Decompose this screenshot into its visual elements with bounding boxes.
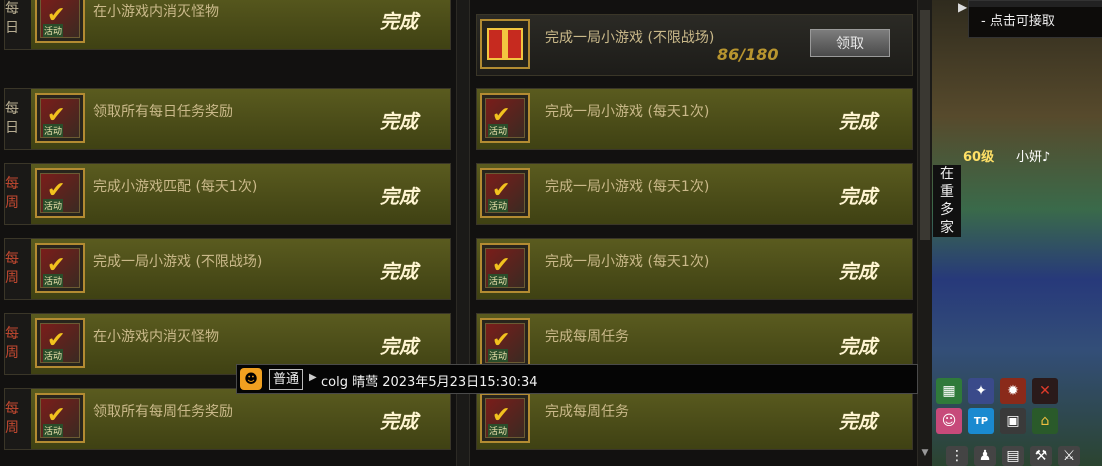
task-text: 完成一局小游戏 (不限战场) xyxy=(93,254,263,270)
task-icon: ✔ 活动 xyxy=(480,243,530,293)
scroll-thumb[interactable] xyxy=(920,10,930,240)
hammer-menu-icon[interactable]: ⚒ xyxy=(1030,446,1052,466)
task-row[interactable]: ✔ 活动 完成一局小游戏 (每天1次) 完成 xyxy=(476,88,913,150)
tooltip: - 点击可接取 xyxy=(968,0,1102,38)
task-icon: ✔ 活动 xyxy=(35,393,85,443)
tooltip-header xyxy=(969,1,1102,7)
chat-channel[interactable]: 普通 xyxy=(269,369,304,390)
demon-icon[interactable]: ✹ xyxy=(1000,378,1026,404)
grid-menu-icon[interactable]: ⋮ xyxy=(946,446,968,466)
bag-menu-icon[interactable]: ▤ xyxy=(1002,446,1024,466)
complete-status: 完成 xyxy=(839,111,878,133)
emote-icon[interactable]: ☻ xyxy=(240,368,262,390)
scroll-down-icon[interactable]: ▼ xyxy=(920,448,930,458)
period-tag: 每周 xyxy=(5,239,31,299)
channel-arrow-icon: ▶ xyxy=(309,372,317,383)
home-icon[interactable]: ⌂ xyxy=(1032,408,1058,434)
period-tag: 每日 xyxy=(5,0,31,49)
task-row[interactable]: 完成一局小游戏 (不限战场) 86/180 领取 xyxy=(476,14,913,76)
wizard-icon[interactable]: ✦ xyxy=(968,378,994,404)
character-portrait-icon[interactable]: ☺ xyxy=(936,408,962,434)
complete-status: 完成 xyxy=(839,261,878,283)
task-icon: ✔ 活动 xyxy=(35,93,85,143)
chat-bar[interactable]: ☻ 普通 ▶ colg 晴莺 2023年5月23日15:30:34 xyxy=(236,364,918,394)
hud-shortcuts: ▦ ✦ ✹ ✕ ☺ TP ▣ ⌂ ⋮ ♟ ▤ ⚒ ⚔ xyxy=(934,374,1102,466)
task-row[interactable]: ✔ 活动 完成一局小游戏 (每天1次) 完成 xyxy=(476,163,913,225)
tooltip-arrow-icon: ▶ xyxy=(958,0,968,14)
complete-status: 完成 xyxy=(839,411,878,433)
inventory-icon[interactable]: ▣ xyxy=(1000,408,1026,434)
task-row[interactable]: 每日 ✔ 活动 在小游戏内消灭怪物 完成 xyxy=(4,0,451,50)
task-text: 完成一局小游戏 (每天1次) xyxy=(545,104,710,120)
task-icon: ✔ 活动 xyxy=(480,318,530,368)
task-text: 完成每周任务 xyxy=(545,329,629,345)
task-text: 在小游戏内消灭怪物 xyxy=(93,329,219,345)
task-row[interactable]: 每周 ✔ 活动 完成小游戏匹配 (每天1次) 完成 xyxy=(4,163,451,225)
task-text: 完成一局小游戏 (每天1次) xyxy=(545,179,710,195)
task-row[interactable]: ✔ 活动 完成一局小游戏 (每天1次) 完成 xyxy=(476,238,913,300)
task-text: 完成小游戏匹配 (每天1次) xyxy=(93,179,258,195)
complete-status: 完成 xyxy=(380,11,419,33)
period-tag: 每周 xyxy=(5,314,31,374)
task-text: 完成一局小游戏 (每天1次) xyxy=(545,254,710,270)
task-icon: ✔ 活动 xyxy=(480,93,530,143)
column-divider xyxy=(456,0,470,466)
task-text: 领取所有每日任务奖励 xyxy=(93,104,233,120)
task-row[interactable]: 每周 ✔ 活动 领取所有每周任务奖励 完成 xyxy=(4,388,451,450)
complete-status: 完成 xyxy=(380,261,419,283)
complete-status: 完成 xyxy=(380,336,419,358)
tooltip-text: - 点击可接取 xyxy=(981,14,1055,29)
gift-icon xyxy=(487,28,523,60)
tp-icon[interactable]: TP xyxy=(968,408,994,434)
complete-status: 完成 xyxy=(380,411,419,433)
complete-status: 完成 xyxy=(380,186,419,208)
task-text: 完成一局小游戏 (不限战场) xyxy=(545,30,715,46)
task-icon: ✔ 活动 xyxy=(35,318,85,368)
task-icon: ✔ 活动 xyxy=(35,0,85,43)
task-panel: 每日 ✔ 活动 在小游戏内消灭怪物 完成 每日 ✔ 活动 领取所有每日任务奖励 完成… xyxy=(0,0,932,466)
task-progress: 86/180 xyxy=(717,45,779,64)
character-level: 60级 xyxy=(963,150,995,165)
task-text: 领取所有每周任务奖励 xyxy=(93,404,233,420)
claim-button[interactable]: 领取 xyxy=(810,29,890,57)
complete-status: 完成 xyxy=(839,336,878,358)
task-row[interactable]: ✔ 活动 完成每周任务 完成 xyxy=(476,388,913,450)
crossed-swords-icon[interactable]: ✕ xyxy=(1032,378,1058,404)
period-tag: 每日 xyxy=(5,89,31,149)
task-row[interactable]: 每周 ✔ 活动 完成一局小游戏 (不限战场) 完成 xyxy=(4,238,451,300)
task-icon: ✔ 活动 xyxy=(480,393,530,443)
chat-message: colg 晴莺 2023年5月23日15:30:34 xyxy=(321,375,538,390)
character-menu-icon[interactable]: ♟ xyxy=(974,446,996,466)
task-text: 完成每周任务 xyxy=(545,404,629,420)
sword-menu-icon[interactable]: ⚔ xyxy=(1058,446,1080,466)
task-icon: ✔ 活动 xyxy=(35,168,85,218)
period-tag: 每周 xyxy=(5,164,31,224)
task-icon: ✔ 活动 xyxy=(480,168,530,218)
task-scrollbar[interactable]: ▼ xyxy=(917,0,932,466)
task-row[interactable]: 每日 ✔ 活动 领取所有每日任务奖励 完成 xyxy=(4,88,451,150)
task-text: 在小游戏内消灭怪物 xyxy=(93,4,219,20)
period-tag: 每周 xyxy=(5,389,31,449)
calendar-icon[interactable]: ▦ xyxy=(936,378,962,404)
task-icon: ✔ 活动 xyxy=(35,243,85,293)
complete-status: 完成 xyxy=(839,186,878,208)
side-label: 在重多家 xyxy=(933,165,961,237)
complete-status: 完成 xyxy=(380,111,419,133)
task-icon xyxy=(480,19,530,69)
character-name: 小妍♪ xyxy=(1016,150,1051,165)
